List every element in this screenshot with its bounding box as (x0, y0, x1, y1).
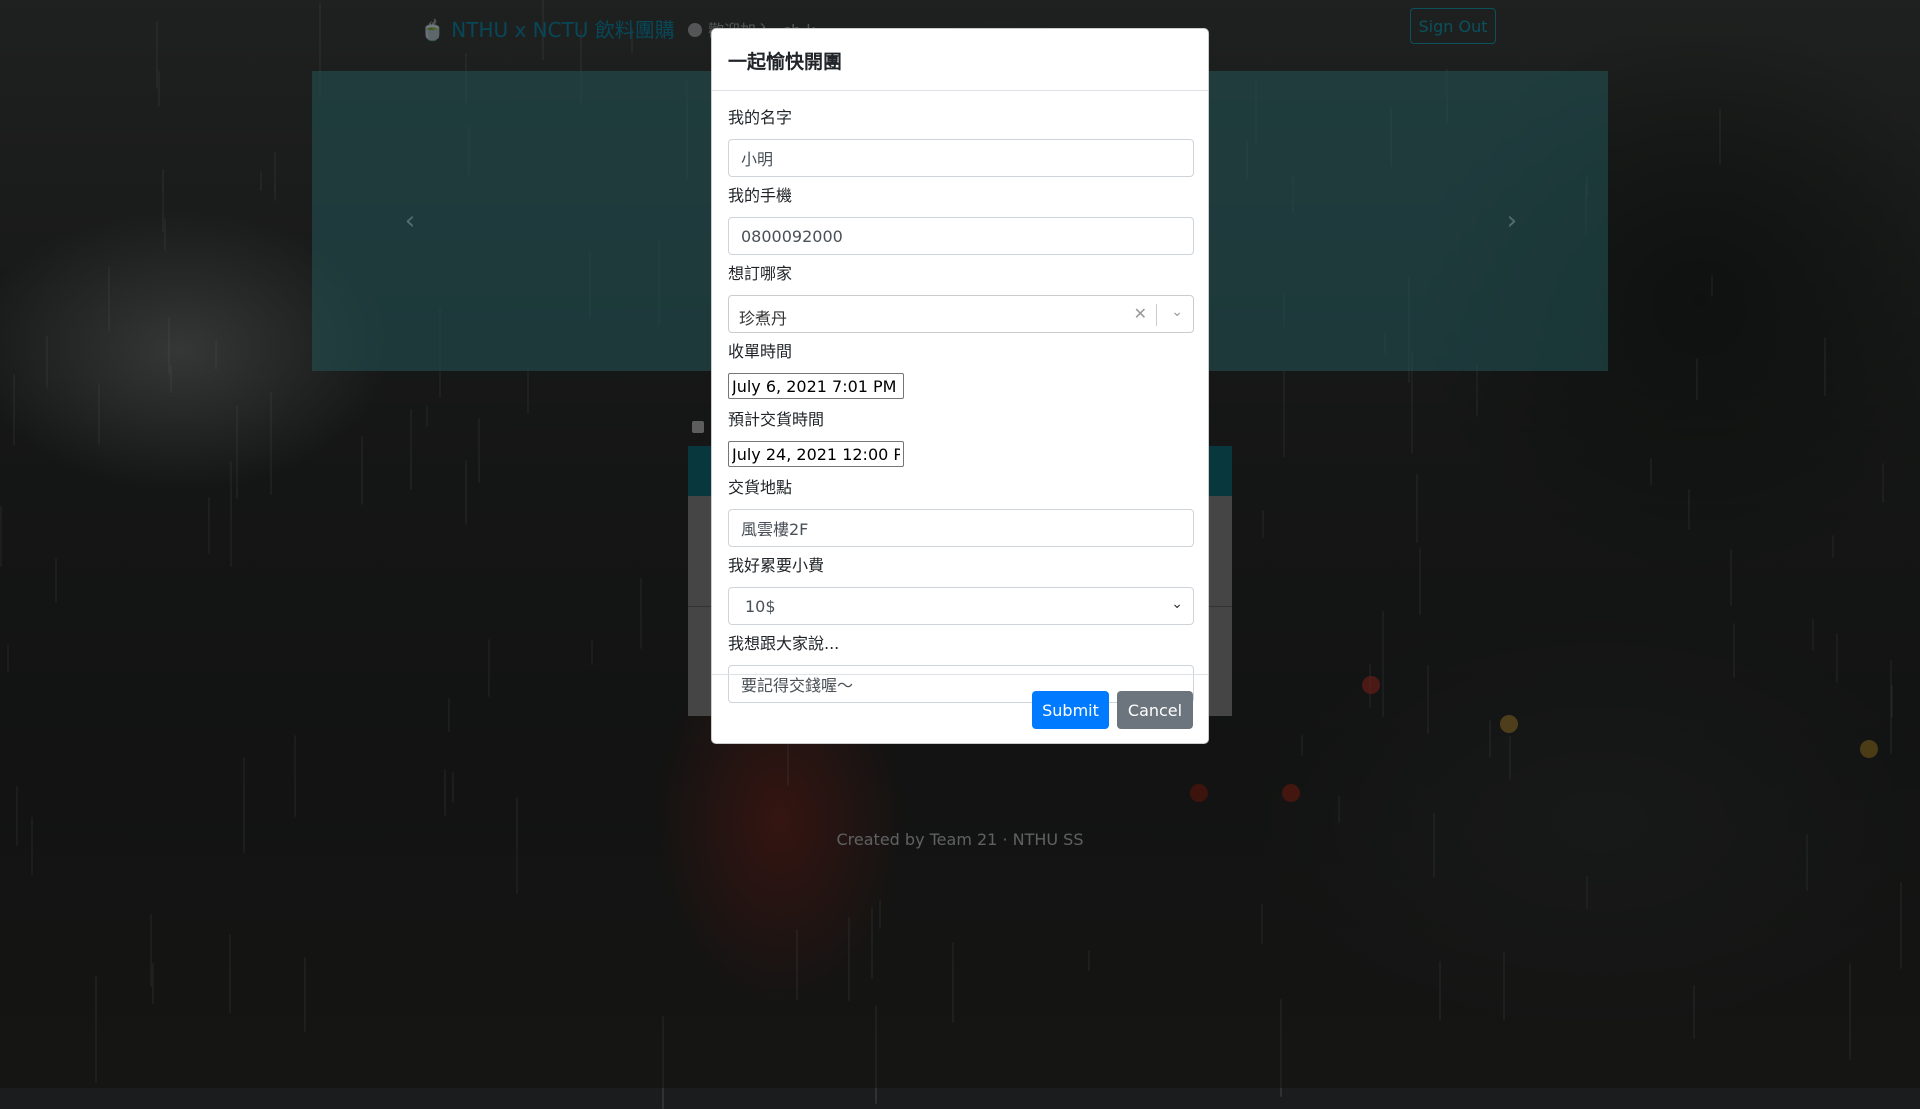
tip-select-value: 10$ (745, 597, 776, 616)
phone-input[interactable] (728, 217, 1194, 255)
tip-select[interactable]: 10$ ⌄ (728, 587, 1194, 625)
chevron-down-icon: ⌄ (1171, 596, 1183, 612)
submit-button[interactable]: Submit (1032, 691, 1109, 729)
shop-select-value: 珍煮丹 (739, 309, 788, 328)
create-group-modal: 一起愉快開團 我的名字 我的手機 想訂哪家 珍煮丹 ✕ ⌄ 收單時間 預計交貨時… (711, 28, 1209, 744)
delivery-time-label: 預計交貨時間 (728, 410, 825, 429)
modal-header: 一起愉快開團 (712, 29, 1208, 91)
message-label: 我想跟大家說... (728, 634, 840, 653)
clear-icon[interactable]: ✕ (1134, 304, 1147, 323)
close-time-label: 收單時間 (728, 342, 793, 361)
cancel-button[interactable]: Cancel (1117, 691, 1193, 729)
modal-title: 一起愉快開團 (728, 51, 843, 73)
modal-footer: Submit Cancel (712, 674, 1208, 744)
delivery-time-input[interactable] (728, 441, 904, 467)
name-input[interactable] (728, 139, 1194, 177)
tip-label: 我好累要小費 (728, 556, 825, 575)
modal-body: 我的名字 我的手機 想訂哪家 珍煮丹 ✕ ⌄ 收單時間 預計交貨時間 交貨地點 … (712, 91, 1208, 703)
phone-label: 我的手機 (728, 186, 793, 205)
name-label: 我的名字 (728, 108, 793, 127)
shop-select[interactable]: 珍煮丹 ✕ ⌄ (728, 295, 1194, 333)
close-time-input[interactable] (728, 373, 904, 399)
location-label: 交貨地點 (728, 478, 793, 497)
select-separator (1156, 304, 1157, 326)
location-input[interactable] (728, 509, 1194, 547)
shop-label: 想訂哪家 (728, 264, 793, 283)
chevron-down-icon[interactable]: ⌄ (1171, 304, 1183, 320)
